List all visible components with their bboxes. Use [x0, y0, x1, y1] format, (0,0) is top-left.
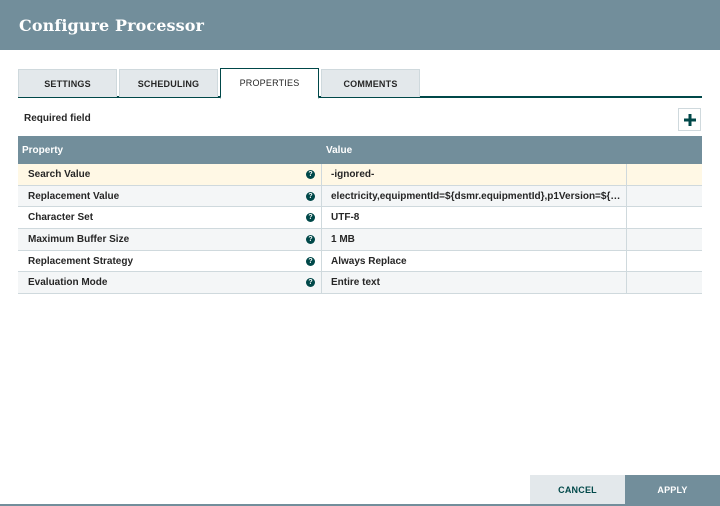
property-name-cell: Maximum Buffer Size? — [18, 229, 322, 250]
property-name-cell: Evaluation Mode? — [18, 272, 322, 294]
dialog-footer: CANCEL APPLY — [530, 475, 720, 504]
actions-cell — [627, 251, 702, 272]
table-row[interactable]: Replacement Strategy? Always Replace — [18, 250, 702, 273]
tab-settings[interactable]: SETTINGS — [18, 69, 117, 97]
properties-table: Property Value Search Value? -ignored- R… — [18, 136, 702, 295]
tab-scheduling[interactable]: SCHEDULING — [119, 69, 218, 97]
property-value-cell[interactable]: UTF-8 — [322, 207, 627, 229]
property-name-cell: Character Set? — [18, 207, 322, 229]
help-icon[interactable]: ? — [306, 191, 315, 201]
help-icon[interactable]: ? — [306, 213, 315, 223]
property-name: Replacement Strategy — [28, 255, 134, 267]
actions-cell — [627, 272, 702, 293]
plus-icon — [683, 113, 696, 126]
property-name: Search Value — [28, 168, 91, 180]
property-value-cell[interactable]: 1 MB — [322, 229, 627, 250]
tab-label: SCHEDULING — [137, 78, 200, 89]
property-name: Maximum Buffer Size — [28, 233, 130, 245]
property-name: Evaluation Mode — [28, 277, 108, 289]
cancel-button[interactable]: CANCEL — [530, 475, 625, 504]
table-row[interactable]: Evaluation Mode? Entire text — [18, 272, 702, 295]
table-row[interactable]: Maximum Buffer Size? 1 MB — [18, 229, 702, 251]
property-value-cell[interactable]: Entire text — [322, 272, 627, 294]
property-value-cell[interactable]: Always Replace — [322, 250, 627, 272]
help-icon[interactable]: ? — [306, 278, 315, 288]
tab-properties[interactable]: PROPERTIES — [220, 68, 319, 99]
column-header-property[interactable]: Property — [18, 145, 322, 156]
property-name-cell: Replacement Strategy? — [18, 250, 322, 272]
tab-comments[interactable]: COMMENTS — [321, 69, 420, 97]
configure-processor-dialog: Configure Processor SETTINGS SCHEDULING … — [0, 0, 720, 506]
dialog-title: Configure Processor — [19, 15, 205, 35]
tab-label: COMMENTS — [343, 78, 398, 89]
required-field-label: Required field — [24, 113, 91, 124]
property-name-cell: Replacement Value? — [18, 185, 322, 207]
tab-bar: SETTINGS SCHEDULING PROPERTIES COMMENTS — [18, 68, 702, 99]
property-value-cell[interactable]: electricity,equipmentId=${dsmr.equipment… — [322, 185, 627, 207]
help-icon[interactable]: ? — [306, 169, 315, 179]
property-value-cell[interactable]: -ignored- — [322, 164, 627, 185]
table-header: Property Value — [18, 136, 702, 164]
actions-cell — [627, 229, 702, 250]
property-name: Character Set — [28, 212, 94, 224]
actions-cell — [627, 186, 702, 207]
table-row[interactable]: Search Value? -ignored- — [18, 164, 702, 186]
property-name-cell: Search Value? — [18, 164, 322, 185]
apply-button[interactable]: APPLY — [625, 475, 720, 504]
actions-cell — [627, 207, 702, 228]
help-icon[interactable]: ? — [306, 256, 315, 266]
dialog-header: Configure Processor — [0, 0, 720, 50]
table-row[interactable]: Character Set? UTF-8 — [18, 207, 702, 230]
add-property-button[interactable] — [678, 108, 701, 131]
property-name: Replacement Value — [28, 190, 120, 202]
column-header-value[interactable]: Value — [322, 145, 352, 156]
table-row[interactable]: Replacement Value? electricity,equipment… — [18, 185, 702, 208]
actions-cell — [627, 164, 702, 185]
tab-label: SETTINGS — [44, 78, 91, 89]
help-icon[interactable]: ? — [306, 234, 315, 244]
tab-label: PROPERTIES — [239, 78, 300, 88]
